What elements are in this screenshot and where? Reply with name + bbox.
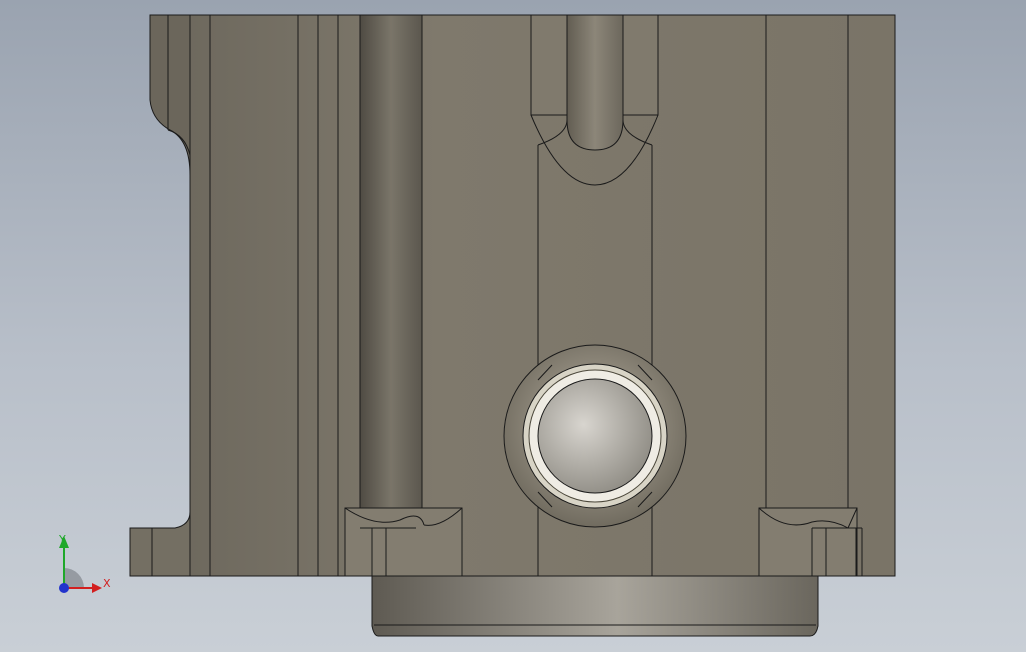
base-cylinder (371, 575, 819, 637)
y-axis-label: Y (58, 533, 66, 546)
coordinate-triad: Y X (58, 533, 111, 593)
3d-viewport[interactable]: Y X (0, 0, 1026, 652)
bottom-right-bracket (758, 507, 858, 577)
left-flange (149, 14, 191, 176)
port-face (537, 378, 653, 494)
z-axis-dot (59, 583, 69, 593)
x-axis-label: X (103, 577, 111, 590)
left-foot (129, 511, 191, 577)
top-slot-groove (566, 14, 624, 151)
left-rib (359, 14, 423, 577)
part-model[interactable] (0, 0, 1026, 652)
x-axis-arrow (92, 583, 102, 593)
